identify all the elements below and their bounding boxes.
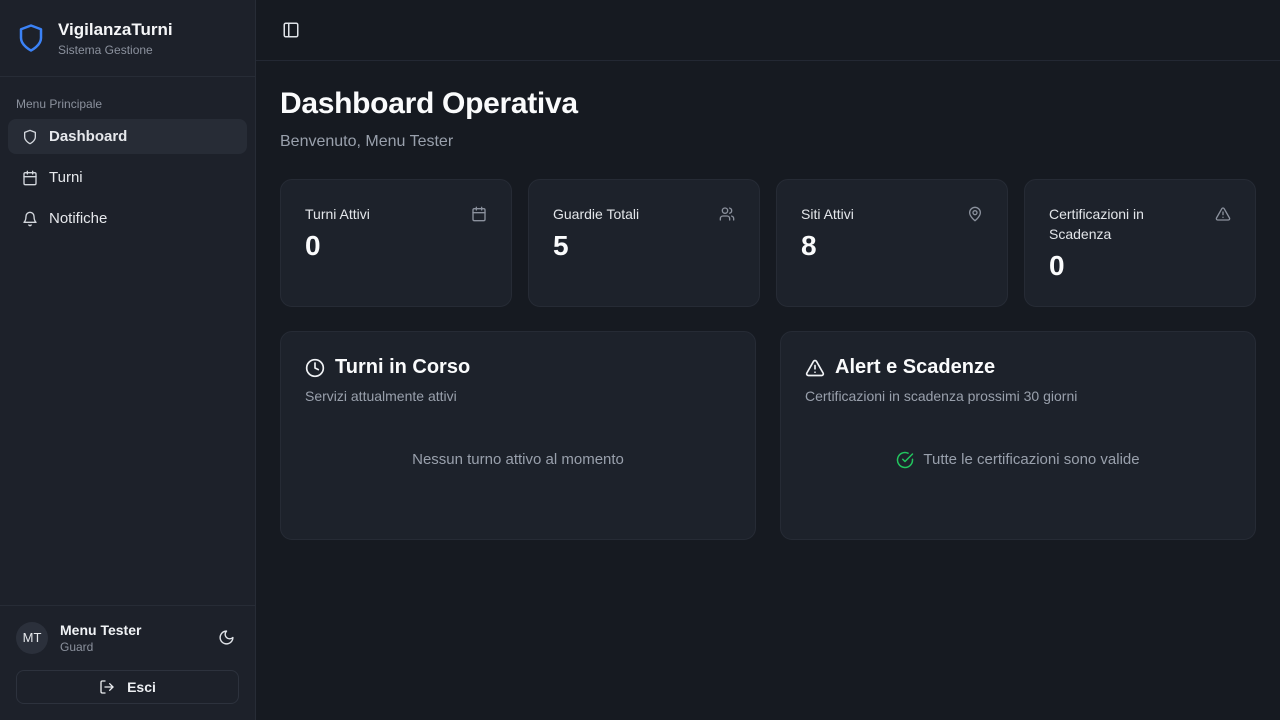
- logout-button[interactable]: Esci: [16, 670, 239, 704]
- users-icon: [719, 206, 735, 222]
- sidebar-nav: Menu Principale Dashboard Turni Notifich…: [0, 77, 255, 252]
- panels-grid: Turni in Corso Servizi attualmente attiv…: [280, 331, 1256, 540]
- map-pin-icon: [967, 206, 983, 222]
- stat-card-siti-attivi: Siti Attivi 8: [776, 179, 1008, 307]
- empty-state-text: Tutte le certificazioni sono valide: [923, 451, 1139, 468]
- sidebar-item-label: Notifiche: [49, 210, 107, 227]
- stats-grid: Turni Attivi 0 Guardie Totali 5: [280, 179, 1256, 307]
- stat-label: Turni Attivi: [305, 204, 370, 224]
- content: Dashboard Operativa Benvenuto, Menu Test…: [256, 61, 1280, 566]
- panel-left-icon: [282, 21, 300, 39]
- panel-turni-in-corso: Turni in Corso Servizi attualmente attiv…: [280, 331, 756, 540]
- main-area: Dashboard Operativa Benvenuto, Menu Test…: [256, 0, 1280, 720]
- stat-value: 8: [801, 230, 983, 262]
- theme-toggle-button[interactable]: [214, 625, 239, 650]
- alert-triangle-icon: [805, 358, 825, 378]
- topbar: [256, 0, 1280, 61]
- clock-icon: [305, 358, 325, 378]
- user-info: Menu Tester Guard: [60, 622, 141, 655]
- sidebar-footer: MT Menu Tester Guard Esci: [0, 605, 255, 720]
- sidebar-item-turni[interactable]: Turni: [8, 160, 247, 195]
- panel-alert-scadenze: Alert e Scadenze Certificazioni in scade…: [780, 331, 1256, 540]
- sidebar: VigilanzaTurni Sistema Gestione Menu Pri…: [0, 0, 256, 720]
- panel-title: Alert e Scadenze: [835, 356, 995, 379]
- stat-value: 0: [1049, 250, 1231, 282]
- panel-subtitle: Certificazioni in scadenza prossimi 30 g…: [805, 388, 1231, 404]
- sidebar-item-label: Dashboard: [49, 128, 127, 145]
- panel-title: Turni in Corso: [335, 356, 470, 379]
- check-circle-icon: [896, 451, 914, 469]
- sidebar-item-label: Turni: [49, 169, 83, 186]
- calendar-icon: [22, 170, 38, 186]
- panel-subtitle: Servizi attualmente attivi: [305, 388, 731, 404]
- logout-icon: [99, 679, 115, 695]
- stat-card-turni-attivi: Turni Attivi 0: [280, 179, 512, 307]
- stat-value: 5: [553, 230, 735, 262]
- shield-icon: [22, 129, 38, 145]
- sidebar-item-dashboard[interactable]: Dashboard: [8, 119, 247, 154]
- nav-section-label: Menu Principale: [8, 89, 247, 119]
- sidebar-item-notifiche[interactable]: Notifiche: [8, 201, 247, 236]
- moon-icon: [218, 629, 235, 646]
- user-name: Menu Tester: [60, 622, 141, 640]
- page-title: Dashboard Operativa: [280, 87, 1256, 121]
- user-role: Guard: [60, 640, 141, 654]
- stat-value: 0: [305, 230, 487, 262]
- app-brand: VigilanzaTurni Sistema Gestione: [0, 0, 255, 77]
- shield-logo-icon: [16, 23, 46, 53]
- stat-label: Guardie Totali: [553, 204, 639, 224]
- page-subtitle: Benvenuto, Menu Tester: [280, 133, 1256, 151]
- stat-card-guardie-totali: Guardie Totali 5: [528, 179, 760, 307]
- app-name: VigilanzaTurni: [58, 19, 173, 40]
- calendar-icon: [471, 206, 487, 222]
- stat-card-certificazioni: Certificazioni in Scadenza 0: [1024, 179, 1256, 307]
- sidebar-toggle-button[interactable]: [278, 17, 304, 43]
- empty-state-text: Nessun turno attivo al momento: [412, 451, 624, 468]
- stat-label: Certificazioni in Scadenza: [1049, 204, 1207, 244]
- avatar: MT: [16, 622, 48, 654]
- alert-triangle-icon: [1215, 206, 1231, 222]
- bell-icon: [22, 211, 38, 227]
- app-titles: VigilanzaTurni Sistema Gestione: [58, 19, 173, 56]
- stat-label: Siti Attivi: [801, 204, 854, 224]
- user-row: MT Menu Tester Guard: [16, 622, 239, 655]
- logout-label: Esci: [127, 679, 156, 695]
- app-subtitle: Sistema Gestione: [58, 43, 173, 57]
